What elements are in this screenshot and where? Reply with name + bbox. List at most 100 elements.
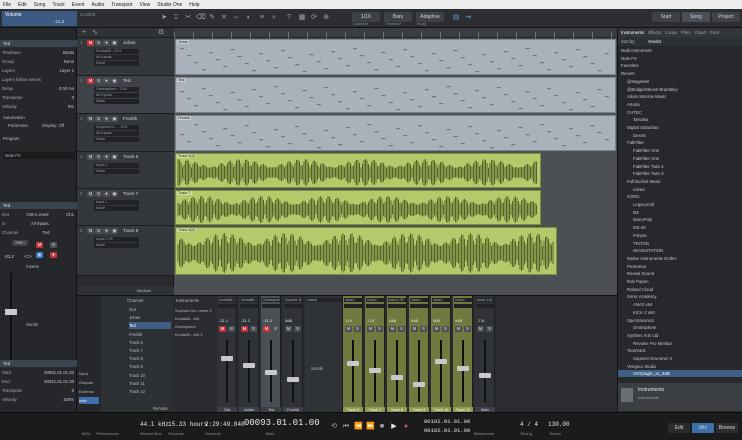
record-arm-button[interactable]: ● [103,228,110,234]
mixer-strip[interactable]: Inserts Sends [305,296,343,413]
browser-item[interactable]: FabFilter One [618,147,742,154]
channel-list-item[interactable]: Track 10 [129,372,171,379]
instrument-rack-item[interactable]: Kontakt5 - x64 [175,316,215,323]
end-value[interactable]: 00041.01.01.00 [44,379,74,386]
program-value[interactable]: Note FX [3,152,75,159]
browser-item[interactable]: Synthes Arts Ltd [618,332,742,339]
channel-list-item[interactable]: Track 7 [129,347,171,354]
browser-item[interactable]: FabFilter One [618,155,742,162]
inspector-row-value[interactable]: None [64,59,74,66]
arrange-view[interactable]: Johan Ted Fredrik Track 6(2) Track 7 Track 8(… [174,28,617,295]
browser-item[interactable]: @Magnetel [618,78,742,85]
autoscroll-icon[interactable]: ⇥ [464,14,472,22]
mixer-strip[interactable]: Omnisphere -21.2 M S Ted [261,296,281,413]
channel-io-value[interactable]: Omni..ment [26,212,48,219]
edit-button[interactable]: Edit [668,423,690,433]
loop-icon[interactable]: ⟳ [310,14,318,22]
song-button[interactable]: Song [682,12,710,22]
quantize-select[interactable]: 1/16 [352,12,380,22]
strip-fader-handle[interactable] [413,382,425,387]
console-nav-instr[interactable]: Instr [79,397,99,404]
record-icon[interactable]: ● [402,423,410,431]
loop-button-icon[interactable]: ⟲ [330,423,338,431]
browser-tab-loops[interactable]: Loops [665,30,677,35]
browser-item[interactable]: Rob Papen [618,278,742,285]
velocity-value[interactable]: 100% [63,397,74,404]
browser-item[interactable]: Favorites [618,62,742,69]
inspector-row-value[interactable]: Beats [63,50,74,57]
strip-insert-slot[interactable] [344,304,362,308]
monitor-button[interactable]: ◉ [111,116,118,122]
browser-item[interactable]: ndva4 [618,186,742,193]
track-name[interactable]: Ted [123,78,130,83]
inspector-row-value[interactable]: 0 [72,95,74,102]
strip-solo-button[interactable]: S [250,326,257,332]
browser-item[interactable]: TRITON [618,240,742,247]
channel-list-item[interactable]: Track 12 [129,388,171,395]
monitor-button[interactable]: ◉ [111,154,118,160]
mute-tool-icon[interactable]: ✕ [220,14,228,22]
play-icon[interactable]: ▶ [390,423,398,431]
listen-tool-icon[interactable]: ◖ [244,14,252,22]
browse-button[interactable]: Browse [716,423,738,433]
browser-item[interactable]: WAVESTATION [618,247,742,254]
position-counter[interactable]: 00093.01.01.00 [244,418,320,428]
browser-item[interactable]: Omnisphere [618,324,742,331]
track-name[interactable]: Track 7 [123,191,138,196]
channel-io-channel[interactable]: Ch1 [66,212,74,219]
solo-button[interactable]: S [95,78,102,84]
strip-solo-button[interactable]: S [464,326,471,332]
strip-device[interactable]: Superior Drum [284,298,302,302]
channel-list-item[interactable]: Track 9 [129,363,171,370]
project-button[interactable]: Project [712,12,740,22]
strip-solo-button[interactable]: S [354,326,361,332]
menu-item-event[interactable]: Event [72,2,85,8]
menu-item-edit[interactable]: Edit [18,2,27,8]
instrument-rack-item[interactable]: Kontakt5 - x64 2 [175,332,215,339]
transpose-value[interactable]: 0 [72,388,74,395]
mixer-strip[interactable]: Superior Drum0dBMSFredrik [283,296,303,413]
strip-solo-button[interactable]: S [272,326,279,332]
strip-solo-button[interactable]: S [376,326,383,332]
grid-icon[interactable]: ▦ [298,14,306,22]
strip-solo-button[interactable]: S [294,326,301,332]
mute-button[interactable]: M [87,154,94,160]
mute-button[interactable]: M [87,116,94,122]
browser-item[interactable]: VSTplugin_x1_64B [618,370,742,378]
mixer-strip[interactable]: Input L 0dB M S Track 10 [431,296,451,413]
strip-fader-handle[interactable] [347,361,359,366]
rewind-icon[interactable]: ⏪ [354,423,363,431]
help-icon[interactable]: ? [285,14,293,22]
track-device[interactable]: Kontakt5 - Ch1 [94,49,139,54]
browser-item[interactable]: Full Bucket Music [618,178,742,185]
inspector-mute-button[interactable]: M [36,242,43,248]
track-header[interactable]: 4 M S ● ◉ Track 6 Input L None [77,152,174,189]
channel-list-item[interactable]: Ted [129,322,171,330]
eraser-tool-icon[interactable]: ⌫ [196,14,206,22]
track-output[interactable]: None [94,137,139,142]
strip-fader-handle[interactable] [221,356,233,361]
inspector-fader-handle[interactable] [5,309,17,315]
inspector-row-value[interactable]: Layer 1 [60,68,74,75]
start-button[interactable]: Start [652,12,680,22]
mixer-strip[interactable]: Kontakt5 - Omni-21.1MSOut [217,296,237,413]
strip-device[interactable]: Input L [344,298,362,302]
instrument-rack-item[interactable]: Omnisphere [175,324,215,331]
browser-tab-effects[interactable]: Effects [648,30,661,35]
stop-icon[interactable]: ■ [378,423,386,431]
instrument-rack-item[interactable]: Superior Dru..mmer 3 [175,308,215,315]
strip-device[interactable]: Input L [432,298,450,302]
menu-item-file[interactable]: File [3,2,11,8]
record-arm-button[interactable]: ● [103,191,110,197]
mixer-strip[interactable]: Input L+R 0dB M S Track 8 [387,296,407,413]
strip-fader-handle[interactable] [369,368,381,373]
track-device[interactable]: Input L [94,200,139,205]
monitor-button[interactable]: ◉ [111,228,118,234]
sort-value[interactable]: Vendor [648,39,661,44]
strip-mute-button[interactable]: M [285,326,292,332]
browser-item[interactable]: Native Instruments GmbH [618,255,742,262]
strip-fader-handle[interactable] [243,363,255,368]
channel-io-value[interactable]: Ted [43,230,50,237]
track-output[interactable]: None [94,61,139,66]
strip-fader-handle[interactable] [265,370,277,375]
